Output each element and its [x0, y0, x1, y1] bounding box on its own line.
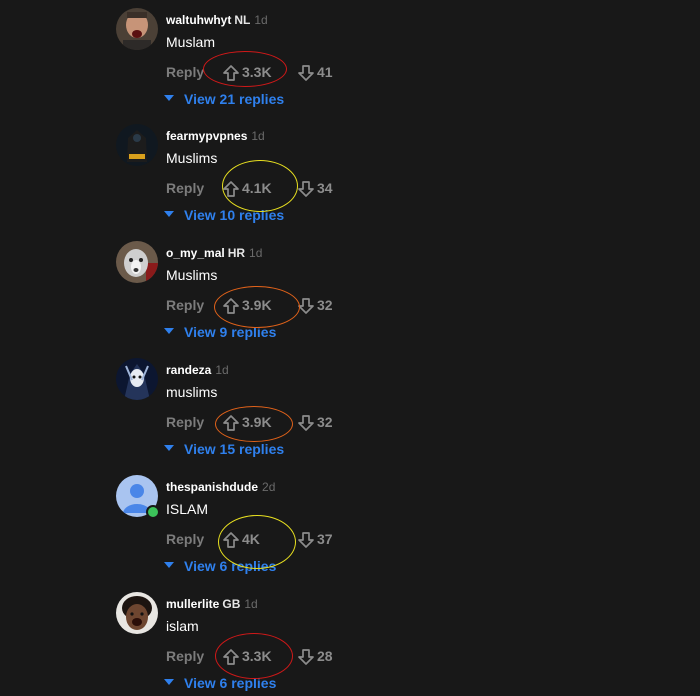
username[interactable]: thespanishdude: [166, 480, 258, 494]
upvote-icon[interactable]: [222, 64, 240, 82]
timestamp: 1d: [251, 129, 265, 143]
comment: waltuhwhyt NL 1d Muslam Reply 3.3K 41 View…: [116, 0, 536, 117]
reply-button[interactable]: Reply: [166, 531, 204, 547]
view-replies-label: View 15 replies: [184, 440, 285, 457]
view-replies-button[interactable]: View 10 replies: [164, 206, 284, 224]
view-replies-label: View 6 replies: [184, 557, 277, 574]
comment: randeza 1d muslims Reply 3.9K 32 View 15 …: [116, 350, 536, 467]
comment-actions: Reply 3.3K 28: [166, 647, 426, 667]
downvote-count: 28: [317, 648, 333, 664]
comment-text: muslims: [166, 384, 218, 400]
avatar[interactable]: [116, 124, 158, 166]
username[interactable]: randeza: [166, 363, 211, 377]
timestamp: 1d: [254, 13, 268, 27]
comment-actions: Reply 4.1K 34: [166, 179, 426, 199]
country-flag: HR: [227, 246, 246, 260]
downvote-icon[interactable]: [297, 648, 315, 666]
upvote-icon[interactable]: [222, 180, 240, 198]
downvote-count: 32: [317, 414, 333, 430]
comment-text: ISLAM: [166, 501, 209, 517]
comment-meta: o_my_mal HR 1d: [166, 245, 262, 261]
comment-meta: thespanishdude 2d: [166, 479, 275, 495]
comment-meta: fearmypvpnes 1d: [166, 128, 265, 144]
country-flag: GB: [222, 597, 241, 611]
comment-meta: randeza 1d: [166, 362, 229, 378]
reply-button[interactable]: Reply: [166, 297, 204, 313]
caret-down-icon: [164, 210, 174, 217]
reply-button[interactable]: Reply: [166, 648, 204, 664]
reply-button[interactable]: Reply: [166, 180, 204, 196]
comment-text: Muslims: [166, 267, 218, 283]
view-replies-label: View 21 replies: [184, 90, 285, 107]
upvote-count: 4K: [242, 531, 260, 547]
comment-text: Muslam: [166, 34, 216, 50]
downvote-count: 32: [317, 297, 333, 313]
upvote-icon[interactable]: [222, 531, 240, 549]
view-replies-label: View 9 replies: [184, 323, 277, 340]
downvote-count: 41: [317, 64, 333, 80]
comment: o_my_mal HR 1d Muslims Reply 3.9K 32 View …: [116, 233, 536, 350]
username[interactable]: o_my_mal: [166, 246, 225, 260]
caret-down-icon: [164, 678, 174, 685]
view-replies-button[interactable]: View 6 replies: [164, 557, 276, 575]
timestamp: 1d: [215, 363, 229, 377]
country-flag: NL: [234, 13, 251, 27]
comment-meta: mullerlite GB 1d: [166, 596, 258, 612]
comment-text: islam: [166, 618, 199, 634]
downvote-count: 37: [317, 531, 333, 547]
downvote-icon[interactable]: [297, 531, 315, 549]
username[interactable]: fearmypvpnes: [166, 129, 247, 143]
reply-button[interactable]: Reply: [166, 414, 204, 430]
view-replies-button[interactable]: View 15 replies: [164, 440, 284, 458]
upvote-icon[interactable]: [222, 648, 240, 666]
comment-actions: Reply 3.3K 41: [166, 63, 426, 83]
username[interactable]: waltuhwhyt: [166, 13, 231, 27]
downvote-icon[interactable]: [297, 180, 315, 198]
online-status-icon: [146, 505, 160, 519]
caret-down-icon: [164, 94, 174, 101]
comment-meta: waltuhwhyt NL 1d: [166, 12, 268, 28]
avatar[interactable]: [116, 592, 158, 634]
comment: mullerlite GB 1d islam Reply 3.3K 28 View …: [116, 584, 536, 696]
comment-actions: Reply 3.9K 32: [166, 413, 426, 433]
caret-down-icon: [164, 444, 174, 451]
view-replies-label: View 6 replies: [184, 674, 277, 691]
upvote-count: 3.3K: [242, 64, 272, 80]
downvote-icon[interactable]: [297, 297, 315, 315]
caret-down-icon: [164, 327, 174, 334]
avatar[interactable]: [116, 358, 158, 400]
timestamp: 1d: [244, 597, 258, 611]
caret-down-icon: [164, 561, 174, 568]
upvote-count: 3.9K: [242, 297, 272, 313]
view-replies-button[interactable]: View 6 replies: [164, 674, 276, 692]
comment-text: Muslims: [166, 150, 218, 166]
upvote-icon[interactable]: [222, 414, 240, 432]
downvote-count: 34: [317, 180, 333, 196]
view-replies-button[interactable]: View 21 replies: [164, 90, 284, 108]
comment-actions: Reply 3.9K 32: [166, 296, 426, 316]
comment: thespanishdude 2d ISLAM Reply 4K 37 View …: [116, 467, 536, 584]
avatar[interactable]: [116, 8, 158, 50]
downvote-icon[interactable]: [297, 414, 315, 432]
view-replies-button[interactable]: View 9 replies: [164, 323, 276, 341]
reply-button[interactable]: Reply: [166, 64, 204, 80]
upvote-count: 3.3K: [242, 648, 272, 664]
upvote-icon[interactable]: [222, 297, 240, 315]
comment-thread: waltuhwhyt NL 1d Muslam Reply 3.3K 41 View…: [0, 0, 700, 696]
username[interactable]: mullerlite: [166, 597, 219, 611]
upvote-count: 4.1K: [242, 180, 272, 196]
timestamp: 2d: [262, 480, 276, 494]
upvote-count: 3.9K: [242, 414, 272, 430]
comment: fearmypvpnes 1d Muslims Reply 4.1K 34 Vie…: [116, 116, 536, 233]
view-replies-label: View 10 replies: [184, 206, 285, 223]
timestamp: 1d: [249, 246, 263, 260]
downvote-icon[interactable]: [297, 64, 315, 82]
avatar[interactable]: [116, 241, 158, 283]
comment-actions: Reply 4K 37: [166, 530, 426, 550]
